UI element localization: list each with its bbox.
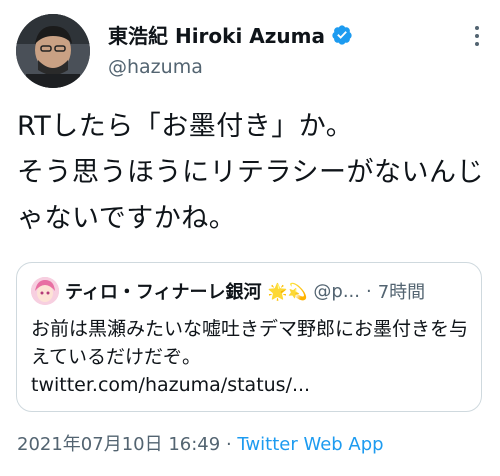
tweet-meta: 2021年07月10日 16:49 · Twitter Web App xyxy=(17,430,384,456)
quoted-timestamp: 7時間 xyxy=(377,282,426,303)
meta-separator: · xyxy=(225,434,232,455)
author-display-name[interactable]: 東浩紀 Hiroki Azuma xyxy=(108,20,325,49)
quoted-tweet-card[interactable]: ティロ・フィナーレ銀河 🌟💫 @p... · 7時間 お前は黒瀬みたいな嘘吐きデ… xyxy=(16,262,482,412)
star-emoji-icon: 🌟💫 xyxy=(267,281,308,301)
tweet-timestamp[interactable]: 2021年07月10日 16:49 xyxy=(17,434,220,455)
quoted-author-avatar xyxy=(31,277,59,305)
quoted-separator: · xyxy=(366,280,372,302)
author-avatar[interactable] xyxy=(16,14,90,88)
more-options-icon[interactable] xyxy=(474,26,480,50)
verified-badge-icon xyxy=(332,24,352,45)
quoted-handle: @p... xyxy=(313,280,360,302)
tweet-source-link[interactable]: Twitter Web App xyxy=(237,434,383,455)
quoted-display-name: ティロ・フィナーレ銀河 xyxy=(65,282,262,303)
tweet-text: RTしたら「お墨付き」か。 そう思うほうにリテラシーがないんじゃないですかね。 xyxy=(17,111,484,234)
quoted-tweet-text: お前は黒瀬みたいな嘘吐きデマ野郎にお墨付きを与えているだけだぞ。 twitter… xyxy=(31,318,469,396)
author-handle[interactable]: @hazuma xyxy=(108,56,203,78)
